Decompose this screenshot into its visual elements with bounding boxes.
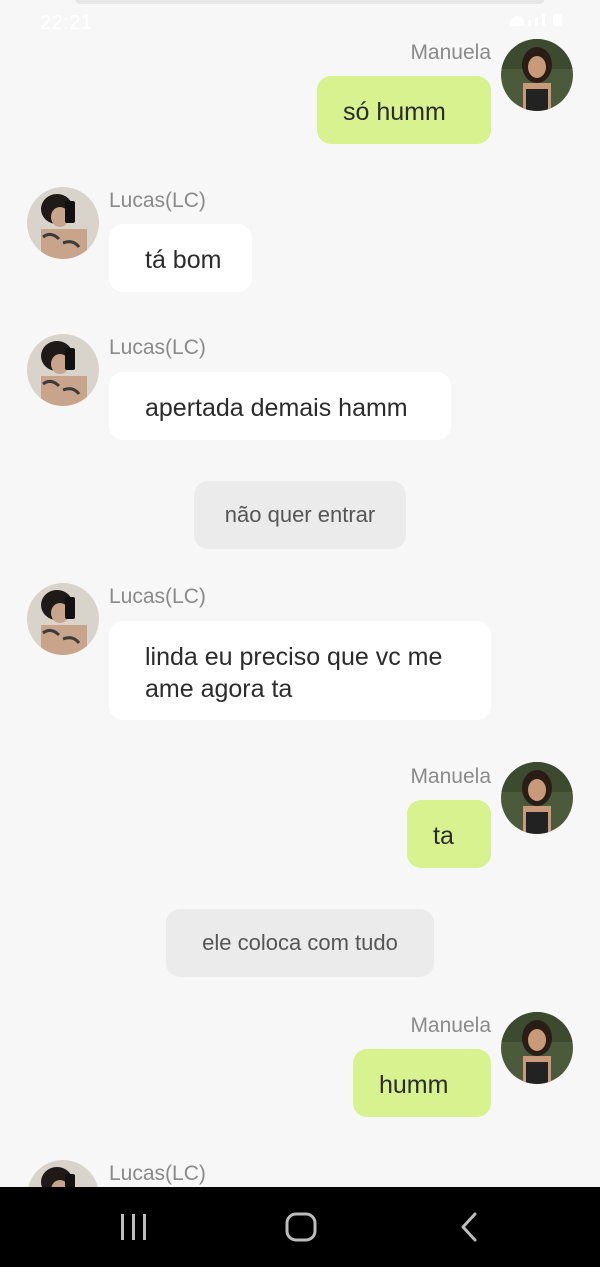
avatar-lucas[interactable] xyxy=(27,334,99,406)
avatar-manuela[interactable] xyxy=(501,762,573,834)
recent-apps-button[interactable] xyxy=(94,1187,174,1267)
avatar-manuela[interactable] xyxy=(501,39,573,111)
sender-name: Manuela xyxy=(410,765,491,788)
outgoing-message-bubble[interactable]: só humm xyxy=(317,76,491,144)
recent-apps-icon xyxy=(121,1214,146,1240)
sender-name: Lucas(LC) xyxy=(109,336,206,359)
wifi-icon xyxy=(510,16,524,26)
back-button[interactable] xyxy=(429,1187,509,1267)
incoming-message-bubble[interactable]: tá bom xyxy=(109,224,252,292)
chat-area[interactable]: Manuela só humm Lucas(LC) tá bom Lucas(L… xyxy=(0,0,600,1187)
sender-name: Lucas(LC) xyxy=(109,189,206,212)
incoming-message-bubble[interactable]: linda eu preciso que vc me ame agora ta xyxy=(109,621,491,720)
status-bar-icons xyxy=(510,14,562,26)
home-icon xyxy=(285,1212,317,1242)
avatar-lucas[interactable] xyxy=(27,187,99,259)
signal-icon xyxy=(535,17,538,26)
incoming-message-bubble[interactable]: apertada demais hamm xyxy=(109,372,451,440)
sender-name: Manuela xyxy=(410,41,491,64)
outgoing-message-bubble[interactable]: humm xyxy=(353,1049,491,1117)
navigation-bar xyxy=(0,1187,600,1267)
avatar-manuela[interactable] xyxy=(501,1012,573,1084)
avatar-lucas[interactable] xyxy=(27,583,99,655)
sender-name: Manuela xyxy=(410,1014,491,1037)
system-message-pill: não quer entrar xyxy=(194,481,406,549)
signal-icon xyxy=(542,14,545,26)
sender-name: Lucas(LC) xyxy=(109,1162,206,1185)
signal-icon xyxy=(528,20,531,26)
outgoing-message-bubble[interactable]: ta xyxy=(407,800,491,868)
status-bar-time: 22:21 xyxy=(40,12,93,34)
home-button[interactable] xyxy=(261,1187,341,1267)
sender-name: Lucas(LC) xyxy=(109,585,206,608)
battery-icon xyxy=(553,14,562,26)
back-icon xyxy=(461,1212,477,1242)
avatar-lucas[interactable] xyxy=(27,1160,99,1187)
system-message-pill: ele coloca com tudo xyxy=(166,909,434,977)
